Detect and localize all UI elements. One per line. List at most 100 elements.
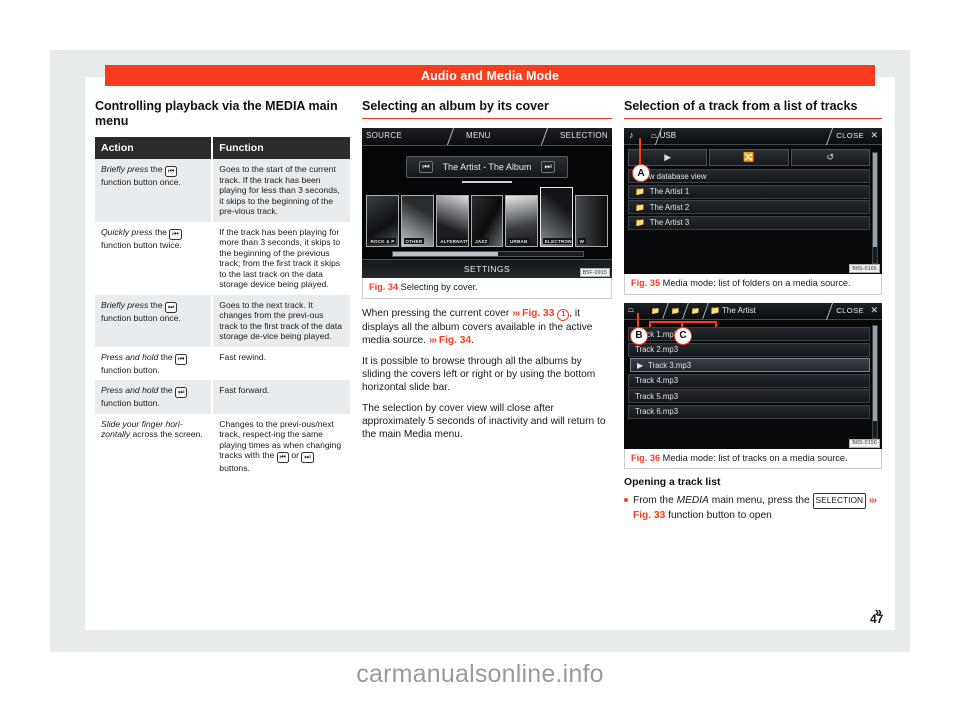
next-track-icon: ⏭	[301, 452, 314, 463]
cross-ref-arrow-icon: ›››	[868, 495, 877, 506]
album-cover[interactable]: OTHER	[400, 195, 434, 247]
album-cover[interactable]: W	[575, 195, 609, 247]
shuffle-icon[interactable]: 🔀	[709, 149, 789, 166]
column-right: Selection of a track from a list of trac…	[624, 99, 882, 619]
bullet-pre: From the	[633, 495, 674, 506]
close-icon[interactable]: ✕	[870, 130, 878, 141]
para1-ref1[interactable]: Fig. 33	[522, 308, 554, 319]
album-cover[interactable]: ROCK & P	[366, 195, 399, 247]
callout-marker-1: 1	[557, 308, 570, 321]
close-icon[interactable]: ✕	[870, 305, 878, 316]
action-verb: Quickly press	[101, 226, 153, 237]
figure-34: SOURCE MENU SELECTION ⏮ The Artist - The…	[362, 128, 612, 299]
album-cover-selected[interactable]: ELECTRONICA	[540, 187, 574, 247]
breadcrumb-item[interactable]: 📁	[683, 302, 709, 319]
playback-control-row: ▶ 🔀 ↺	[628, 149, 870, 166]
table-row: Briefly press the ⏮ function button once…	[95, 159, 350, 222]
action-rest: the	[148, 164, 163, 174]
list-item: From the MEDIA main menu, press the SELE…	[624, 493, 882, 522]
list-item[interactable]: Track 1.mp3	[628, 327, 870, 341]
playback-controls-table: Action Function Briefly press the ⏮ func…	[95, 137, 350, 479]
list-item-label: Track 4.mp3	[635, 376, 679, 385]
album-cover-label: URBAN	[508, 238, 530, 244]
horizontal-slide-bar[interactable]	[392, 251, 584, 257]
tab-source[interactable]: SOURCE	[366, 131, 402, 140]
list-item[interactable]: 📁 The Artist 3	[628, 215, 870, 230]
list-item[interactable]: Show database view	[628, 169, 870, 183]
callout-a: A	[632, 164, 650, 182]
close-label[interactable]: CLOSE	[836, 306, 864, 315]
screen-shot-id: B8S-0165	[849, 264, 880, 273]
cell-action: Quickly press the ⏮ function button twic…	[95, 221, 214, 295]
figure-36-text: Media mode: list of tracks on a media so…	[662, 452, 848, 463]
music-note-icon[interactable]: ♪	[629, 130, 634, 140]
table-row: Briefly press the ⏭ function button once…	[95, 294, 350, 347]
list-item[interactable]: Track 2.mp3	[628, 342, 870, 357]
middle-paragraph-1: When pressing the current cover ››› Fig.…	[362, 307, 612, 347]
middle-paragraph-3: The selection by cover view will close a…	[362, 402, 606, 440]
cross-ref-arrow-icon: ›››	[428, 334, 437, 346]
figure-36: ⏢ 📁 📁 📁 📁 The Artist CLOSE ✕ Track 1.mp3…	[624, 302, 882, 469]
figure-36-number: Fig. 36	[631, 452, 661, 463]
list-item[interactable]: Track 5.mp3	[628, 389, 870, 403]
album-cover-strip[interactable]: ROCK & P OTHER ALTERNATIVE JAZZ URBAN EL…	[362, 185, 612, 247]
table-row: Slide your finger hori-zontally across t…	[95, 413, 350, 479]
repeat-icon[interactable]: ↺	[790, 149, 870, 166]
selection-key[interactable]: SELECTION	[812, 493, 867, 509]
list-item[interactable]: Track 4.mp3	[628, 373, 870, 388]
vertical-scrollbar[interactable]	[872, 152, 878, 264]
usb-icon: ⏢	[651, 131, 658, 140]
table-header-row: Action Function	[95, 137, 350, 159]
source-label[interactable]: ⏢ USB	[651, 131, 676, 141]
folder-icon: 📁	[635, 218, 645, 227]
list-item-playing[interactable]: ▶ Track 3.mp3	[630, 358, 870, 372]
prev-track-icon[interactable]: ⏮	[419, 161, 433, 173]
close-label[interactable]: CLOSE	[836, 131, 864, 140]
bullet-ref[interactable]: Fig. 33	[633, 510, 665, 521]
callout-c-leader-r	[715, 320, 717, 327]
chapter-title: Audio and Media Mode	[420, 68, 560, 83]
callout-c-leader-h	[649, 320, 717, 323]
album-cover[interactable]: URBAN	[505, 195, 539, 247]
action-tail: function button once.	[101, 312, 181, 323]
album-cover-label: OTHER	[403, 238, 424, 244]
album-cover-label: ELECTRONICA	[543, 238, 573, 244]
vertical-scrollbar[interactable]	[872, 324, 878, 439]
right-section-heading: Selection of a track from a list of trac…	[624, 99, 858, 113]
table-row: Press and hold the ⏭ function button. Fa…	[95, 380, 350, 414]
callout-c-leader-l	[649, 320, 651, 327]
next-track-icon[interactable]: ⏭	[541, 161, 555, 173]
list-item[interactable]: Track 6.mp3	[628, 404, 870, 419]
album-cover[interactable]: ALTERNATIVE	[435, 195, 469, 247]
cell-function: Fast forward.	[212, 380, 350, 414]
list-item-label: Track 5.mp3	[635, 391, 679, 401]
function-mid: or	[291, 450, 299, 460]
watermark: carmanualsonline.info	[356, 660, 604, 688]
current-folder: 📁 The Artist	[710, 305, 756, 315]
tab-menu[interactable]: MENU	[466, 131, 491, 140]
folder-icon: 📁	[635, 187, 645, 196]
bullet-italic: MEDIA	[676, 495, 709, 506]
action-verb: Briefly press	[101, 164, 149, 174]
para1-ref2[interactable]: Fig. 34	[439, 335, 471, 346]
settings-button[interactable]: SETTINGS	[362, 259, 612, 278]
usb-icon[interactable]: ⏢	[628, 305, 634, 315]
cell-action: Briefly press the ⏭ function button once…	[95, 294, 214, 347]
cover-screen-tabbar: SOURCE MENU SELECTION	[362, 128, 612, 146]
figure-34-caption: Fig. 34 Selecting by cover.	[362, 278, 612, 299]
now-playing-text: The Artist - The Album	[442, 162, 532, 172]
action-rest: across the screen.	[130, 429, 203, 439]
screen-shot-id: B8S-0156	[849, 438, 880, 448]
list-item[interactable]: 📁 The Artist 1	[628, 184, 870, 199]
album-cover[interactable]: JAZZ	[470, 195, 504, 247]
list-item[interactable]: 📁 The Artist 2	[628, 200, 870, 214]
action-tail: function button twice.	[101, 239, 182, 250]
callout-b: B	[630, 326, 648, 345]
folder-icon: 📁	[691, 307, 700, 315]
callout-c: C	[674, 326, 692, 345]
prev-track-icon: ⏮	[276, 452, 289, 463]
tab-selection[interactable]: SELECTION	[560, 131, 608, 140]
cell-function: Fast rewind.	[212, 346, 350, 380]
now-playing-bar[interactable]: ⏮ The Artist - The Album ⏭	[406, 156, 568, 178]
figure-35-caption: Fig. 35 Media mode: list of folders on a…	[624, 274, 882, 295]
